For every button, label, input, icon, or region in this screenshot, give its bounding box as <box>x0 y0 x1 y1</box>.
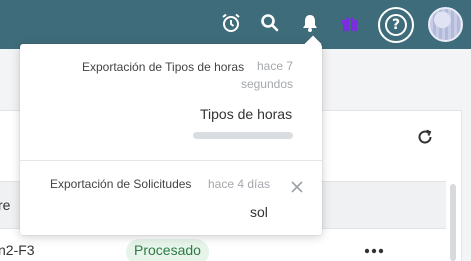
alarm-clock-icon[interactable] <box>218 10 244 36</box>
row-code: n2-F3 <box>0 242 35 258</box>
notification-file-name: sol <box>250 204 268 220</box>
help-button[interactable]: ? <box>378 7 414 43</box>
notification-file-name: Tipos de horas <box>200 106 293 122</box>
scrollbar-thumb[interactable] <box>450 184 456 261</box>
export-progress-fill <box>193 132 293 139</box>
export-progress-bar <box>193 132 293 139</box>
notification-time: hace 7 segundos <box>240 59 293 91</box>
notification-title: Exportación de Solicitudes <box>50 177 192 191</box>
help-icon: ? <box>385 14 407 36</box>
column-header[interactable]: re <box>0 197 10 213</box>
gift-icon[interactable] <box>337 10 363 36</box>
notifications-dropdown: Exportación de Tipos de horas hace 7 seg… <box>20 35 322 235</box>
more-actions-icon[interactable] <box>363 241 385 261</box>
status-badge: Procesado <box>126 239 209 261</box>
refresh-icon[interactable] <box>415 127 435 147</box>
notification-time: hace 4 días <box>208 177 271 191</box>
search-icon[interactable] <box>257 10 283 36</box>
bell-icon[interactable] <box>297 10 323 36</box>
notification-item[interactable]: Exportación de Tipos de horas hace 7 seg… <box>20 44 322 160</box>
close-icon[interactable] <box>289 179 305 195</box>
notification-title: Exportación de Tipos de horas <box>82 60 245 74</box>
user-avatar[interactable] <box>428 7 463 42</box>
notification-item[interactable]: Exportación de Solicitudes hace 4 días s… <box>20 161 322 235</box>
top-navigation-bar: ? <box>0 0 471 49</box>
